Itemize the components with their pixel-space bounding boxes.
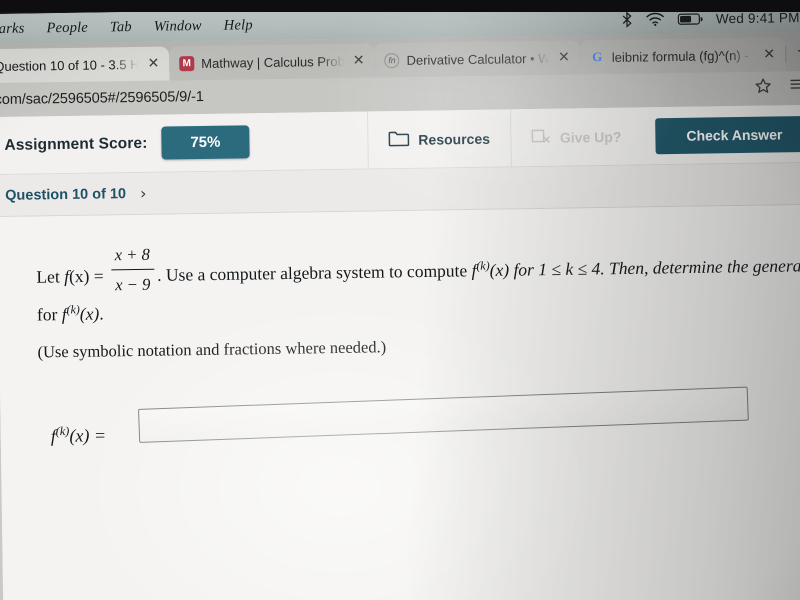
chevron-right-icon[interactable]: ›: [140, 184, 147, 203]
new-tab-button[interactable]: +: [785, 40, 800, 64]
check-answer-button[interactable]: Check Answer: [655, 115, 800, 154]
question-note: (Use symbolic notation and fractions whe…: [37, 336, 387, 362]
answer-input[interactable]: [138, 386, 749, 443]
browser-tab-title: leibniz formula (fg)^(n) - Goog: [611, 47, 755, 65]
browser-tab-mathway[interactable]: M Mathway | Calculus Problem S ✕: [168, 43, 376, 81]
prompt-lead: Let: [36, 266, 60, 287]
toolbar-spacer: [249, 140, 367, 142]
menu-item-bookmarks[interactable]: arks: [0, 13, 36, 44]
derivative-args: (x): [489, 259, 510, 281]
bookmark-star-icon[interactable]: [755, 78, 772, 100]
give-up-label: Give Up?: [559, 128, 622, 146]
address-bar-url[interactable]: g.com/sac/2596505#/2596505/9/-1: [0, 81, 755, 108]
mathway-favicon-icon: M: [179, 55, 195, 71]
laptop-screen: arks People Tab Window Help Wed 9:41 PM …: [0, 1, 800, 600]
browser-tab-title: Mathway | Calculus Problem S: [201, 53, 344, 71]
tab-close-icon[interactable]: ✕: [556, 50, 572, 66]
answer-row: f(k)(x) =: [38, 386, 800, 470]
screen-top-bezel: [0, 0, 800, 12]
battery-icon[interactable]: [677, 12, 703, 25]
tab-close-icon[interactable]: ✕: [761, 46, 777, 62]
derivative-calculator-favicon-icon: fn: [384, 52, 400, 68]
web-page: Assignment Score: 75% Resources Give Up?…: [0, 104, 800, 600]
question-prompt-line-1: Let f(x) = x + 8 x − 9 . Use a computer …: [36, 231, 800, 300]
resources-label: Resources: [418, 130, 491, 148]
answer-derivative-order: (k): [55, 423, 70, 438]
browser-tab-question[interactable]: Question 10 of 10 - 3.5 Homew ✕: [0, 46, 170, 84]
derivative-args: (x): [79, 303, 100, 324]
question-title: Question 10 of 10: [5, 185, 127, 204]
derivative-order: (k): [66, 302, 80, 317]
prompt-line2-tail: .: [99, 303, 104, 324]
photograph-of-screen: arks People Tab Window Help Wed 9:41 PM …: [0, 0, 800, 600]
menu-item-tab[interactable]: Tab: [99, 12, 143, 43]
assignment-score-label: Assignment Score:: [4, 134, 148, 154]
function-args: (x) =: [68, 265, 104, 287]
give-up-x-box-icon: [531, 127, 551, 147]
prompt-range: for 1 ≤ k ≤ 4. Then, determine the gener…: [513, 254, 800, 280]
derivative-order: (k): [476, 258, 490, 273]
menu-bar-clock[interactable]: Wed 9:41 PM: [716, 10, 800, 26]
menu-item-window[interactable]: Window: [143, 11, 213, 42]
menu-item-help[interactable]: Help: [213, 10, 264, 41]
menu-item-people[interactable]: People: [35, 12, 99, 43]
page-content: Assignment Score: 75% Resources Give Up?…: [0, 104, 800, 600]
tab-separator: [784, 46, 787, 63]
tab-close-icon[interactable]: ✕: [351, 53, 367, 69]
answer-label: f(k)(x) =: [51, 423, 107, 447]
folder-icon: [388, 129, 410, 149]
reading-list-icon[interactable]: [790, 78, 800, 98]
browser-tab-google-search[interactable]: G leibniz formula (fg)^(n) - Goog ✕: [579, 37, 787, 75]
menu-bar-spacer: [264, 20, 622, 25]
bluetooth-icon[interactable]: [622, 11, 633, 28]
fraction-denominator: x − 9: [110, 269, 155, 300]
browser-chrome: Question 10 of 10 - 3.5 Homew ✕ M Mathwa…: [0, 31, 800, 118]
fraction-numerator: x + 8: [114, 244, 151, 265]
browser-tab-derivative-calculator[interactable]: fn Derivative Calculator • With S ✕: [374, 40, 581, 78]
question-body: Let f(x) = x + 8 x − 9 . Use a computer …: [0, 204, 800, 600]
resources-button[interactable]: Resources: [366, 108, 511, 170]
fraction: x + 8 x − 9: [110, 241, 155, 300]
tab-close-icon[interactable]: ✕: [145, 56, 161, 72]
give-up-button: Give Up?: [509, 106, 642, 167]
browser-tab-title: Derivative Calculator • With S: [406, 50, 550, 68]
prompt-mid: . Use a computer algebra system to compu…: [157, 260, 468, 285]
google-favicon-icon: G: [592, 49, 603, 65]
wifi-icon[interactable]: [646, 12, 665, 26]
answer-label-tail: (x) =: [69, 424, 107, 446]
assignment-score-badge: 75%: [161, 125, 250, 160]
prompt-line2-lead: for: [36, 303, 58, 325]
browser-tab-title: Question 10 of 10 - 3.5 Homew: [0, 56, 139, 74]
address-bar-icons: [755, 77, 800, 100]
